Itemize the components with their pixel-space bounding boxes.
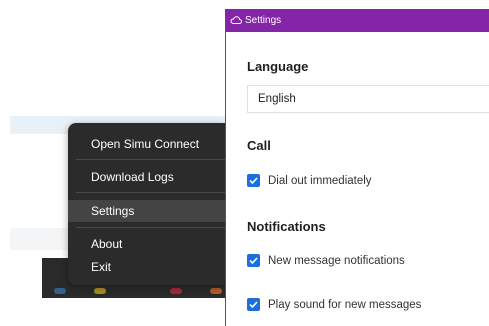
language-select[interactable]: English xyxy=(247,85,489,113)
settings-content: Language English Call Dial out immediate… xyxy=(226,32,489,326)
menu-separator xyxy=(76,227,225,228)
dial-out-label: Dial out immediately xyxy=(268,175,372,187)
menu-item-settings[interactable]: Settings xyxy=(68,200,225,222)
play-sound-label: Play sound for new messages xyxy=(268,299,422,311)
settings-window: Settings Language English Call Dial out … xyxy=(225,9,489,326)
taskbar-app-icon[interactable] xyxy=(210,288,222,294)
new-message-notifications-checkbox[interactable] xyxy=(247,254,260,267)
tray-context-menu: Open Simu Connect Download Logs Settings… xyxy=(68,123,225,285)
menu-item-about[interactable]: About xyxy=(68,234,225,254)
checkmark-icon xyxy=(249,257,258,265)
language-heading: Language xyxy=(247,59,309,74)
menu-item-open-simu-connect[interactable]: Open Simu Connect xyxy=(68,134,225,154)
call-heading: Call xyxy=(247,138,271,153)
menu-separator xyxy=(76,192,225,193)
dial-out-checkbox[interactable] xyxy=(247,174,260,187)
taskbar-app-icon[interactable] xyxy=(94,288,106,294)
checkmark-icon xyxy=(249,177,258,185)
checkmark-icon xyxy=(249,301,258,309)
taskbar-app-icon[interactable] xyxy=(170,288,182,294)
taskbar-app-icon[interactable] xyxy=(54,288,66,294)
language-select-value: English xyxy=(258,93,296,105)
notifications-heading: Notifications xyxy=(247,219,326,234)
settings-window-title: Settings xyxy=(245,15,282,26)
play-sound-checkbox[interactable] xyxy=(247,298,260,311)
cloud-icon xyxy=(230,15,242,25)
menu-item-download-logs[interactable]: Download Logs xyxy=(68,167,225,187)
menu-item-exit[interactable]: Exit xyxy=(68,257,225,277)
menu-separator xyxy=(76,159,225,160)
settings-titlebar[interactable]: Settings xyxy=(226,9,489,32)
new-message-notifications-label: New message notifications xyxy=(268,255,405,267)
